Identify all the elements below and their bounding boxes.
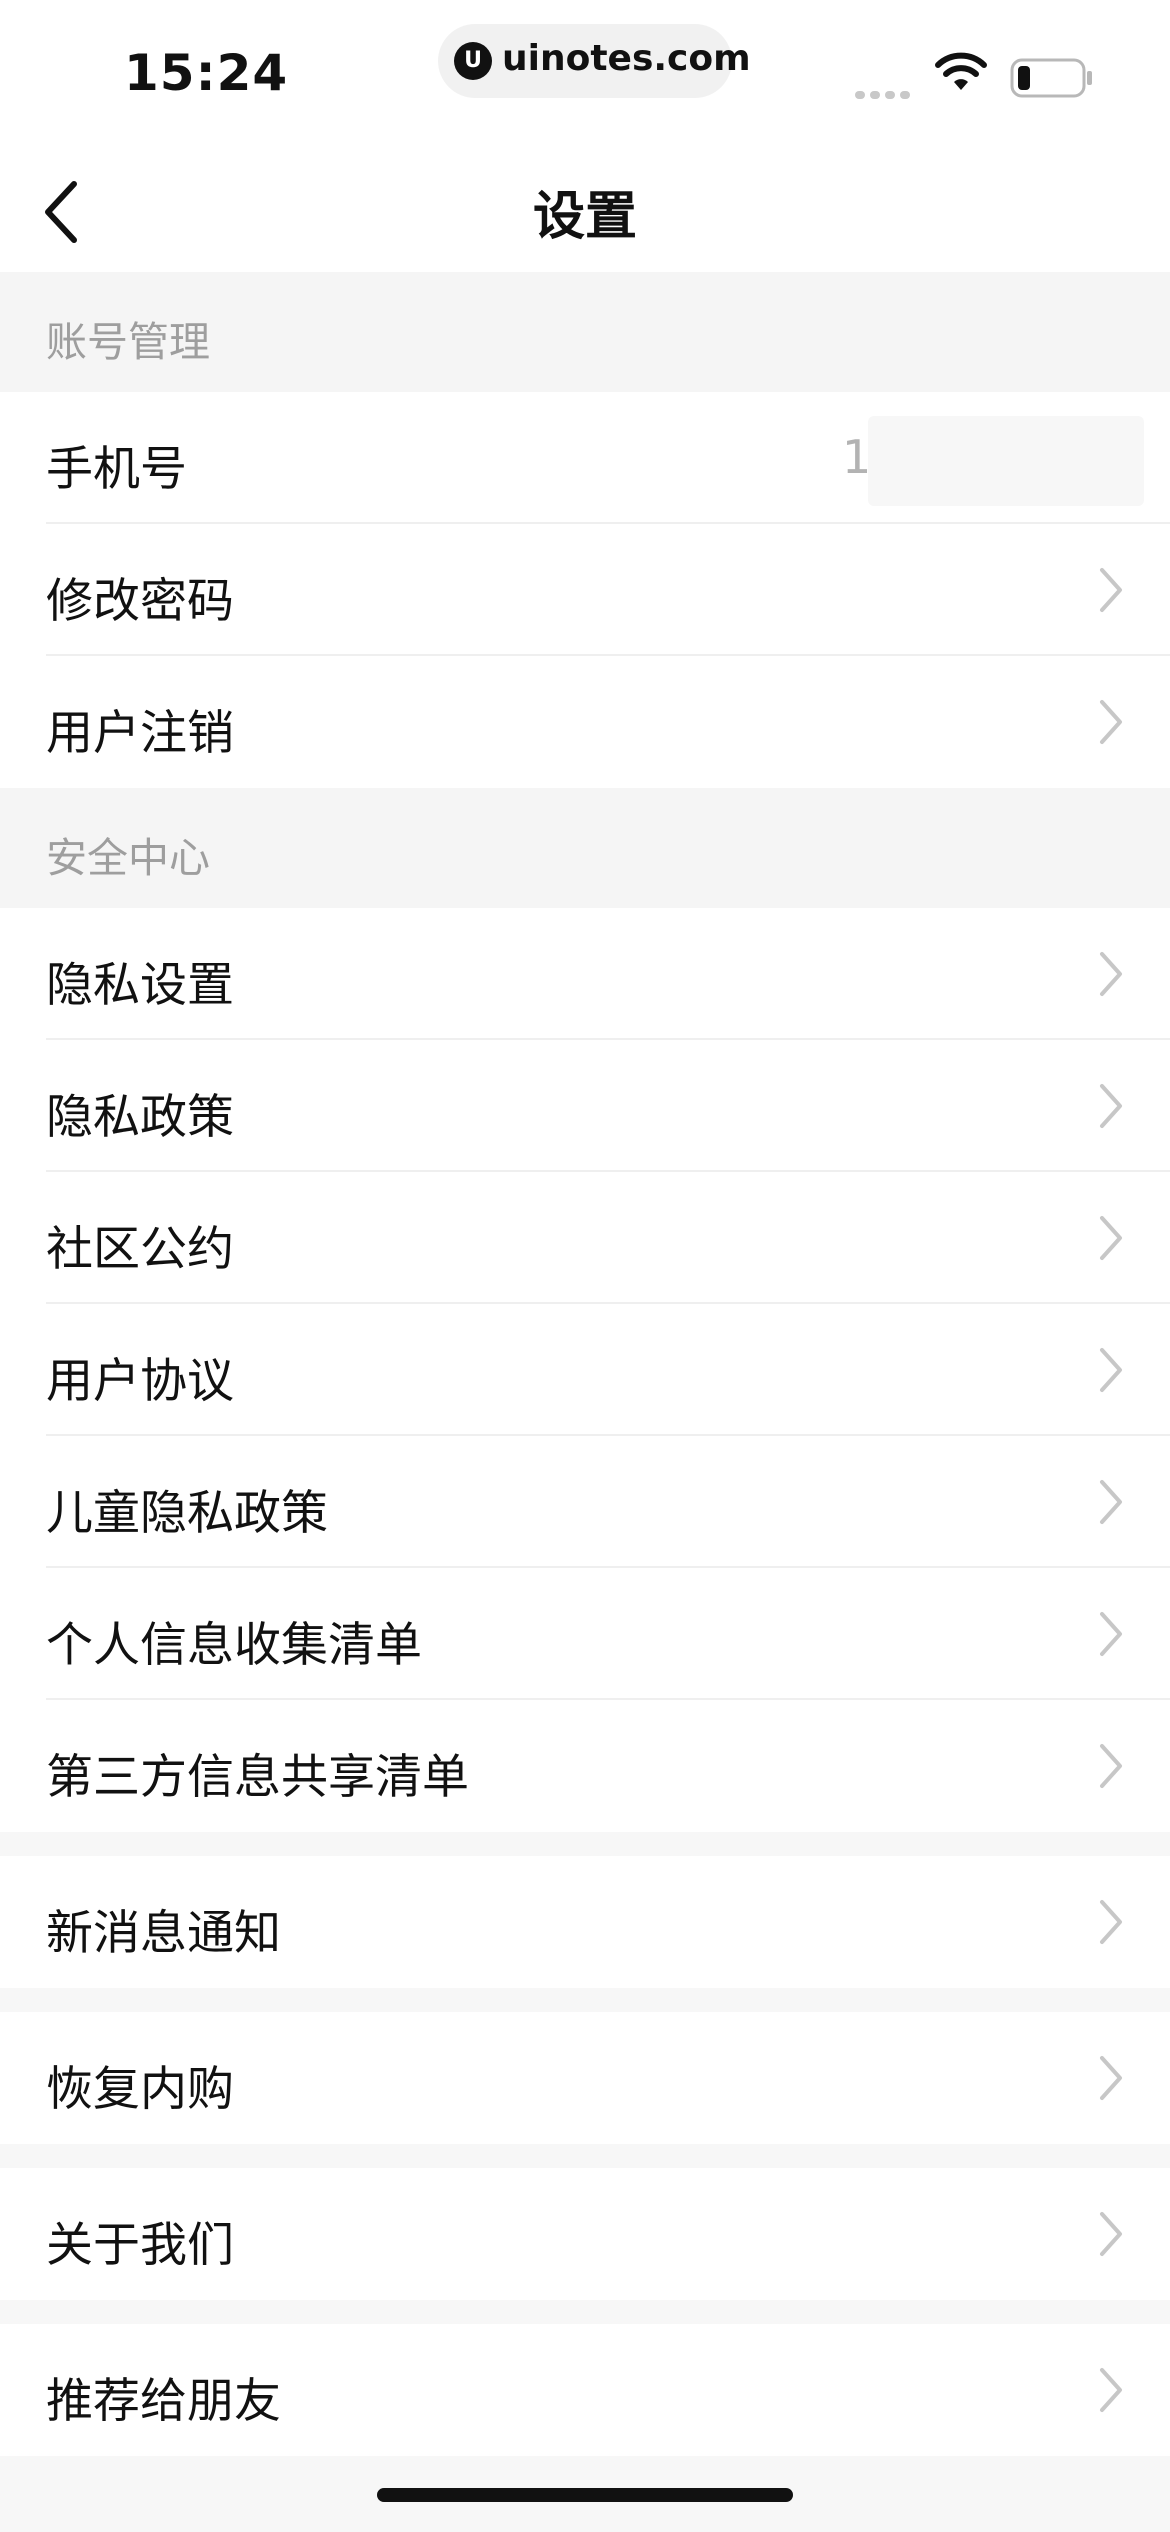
chevron-right-icon bbox=[1100, 1900, 1122, 1944]
chevron-right-icon bbox=[1100, 1612, 1122, 1656]
signal-icon bbox=[855, 84, 915, 103]
section-header-label: 安全中心 bbox=[46, 834, 210, 882]
row-about-us[interactable]: 关于我们 bbox=[0, 2168, 1170, 2300]
row-label: 关于我们 bbox=[46, 2218, 234, 2273]
row-label: 儿童隐私政策 bbox=[46, 1486, 328, 1541]
chevron-right-icon bbox=[1100, 568, 1122, 612]
chevron-right-icon bbox=[1100, 1348, 1122, 1392]
battery-icon bbox=[1010, 58, 1092, 98]
row-label: 手机号 bbox=[46, 442, 187, 497]
row-label: 用户注销 bbox=[46, 706, 234, 761]
row-label: 社区公约 bbox=[46, 1222, 234, 1277]
site-logo-icon: U bbox=[454, 42, 492, 80]
chevron-right-icon bbox=[1100, 2368, 1122, 2412]
chevron-right-icon bbox=[1100, 1744, 1122, 1788]
chevron-right-icon bbox=[1100, 952, 1122, 996]
row-user-agreement[interactable]: 用户协议 bbox=[0, 1304, 1170, 1436]
section-header-label: 账号管理 bbox=[46, 318, 210, 366]
chevron-right-icon bbox=[1100, 2056, 1122, 2100]
chevron-right-icon bbox=[1100, 1480, 1122, 1524]
row-label: 推荐给朋友 bbox=[46, 2374, 281, 2429]
page-title: 设置 bbox=[532, 187, 637, 247]
url-pill[interactable]: U uinotes.com bbox=[438, 24, 751, 98]
chevron-right-icon bbox=[1100, 2212, 1122, 2256]
section-header-security: 安全中心 bbox=[0, 788, 1170, 908]
row-change-password[interactable]: 修改密码 bbox=[0, 524, 1170, 656]
row-label: 隐私政策 bbox=[46, 1090, 234, 1145]
row-label: 恢复内购 bbox=[46, 2062, 234, 2117]
status-bar: 15:24 U uinotes.com bbox=[0, 0, 1170, 130]
row-deregister[interactable]: 用户注销 bbox=[0, 656, 1170, 788]
home-indicator[interactable] bbox=[377, 2488, 793, 2502]
row-recommend-to-friends[interactable]: 推荐给朋友 bbox=[0, 2324, 1170, 2456]
row-community-guidelines[interactable]: 社区公约 bbox=[0, 1172, 1170, 1304]
section-header-account: 账号管理 bbox=[0, 272, 1170, 392]
row-personal-info-list[interactable]: 个人信息收集清单 bbox=[0, 1568, 1170, 1700]
navigation-bar: 设置 bbox=[0, 130, 1170, 272]
row-phone-number[interactable]: 手机号 1 bbox=[0, 392, 1170, 524]
row-label: 修改密码 bbox=[46, 574, 234, 629]
chevron-right-icon bbox=[1100, 700, 1122, 744]
row-label: 个人信息收集清单 bbox=[46, 1618, 422, 1673]
row-privacy-policy[interactable]: 隐私政策 bbox=[0, 1040, 1170, 1172]
row-third-party-sharing-list[interactable]: 第三方信息共享清单 bbox=[0, 1700, 1170, 1832]
row-label: 用户协议 bbox=[46, 1354, 234, 1409]
row-restore-purchases[interactable]: 恢复内购 bbox=[0, 2012, 1170, 2144]
chevron-right-icon bbox=[1100, 1216, 1122, 1260]
wifi-icon bbox=[935, 52, 987, 90]
row-privacy-settings[interactable]: 隐私设置 bbox=[0, 908, 1170, 1040]
chevron-right-icon bbox=[1100, 1084, 1122, 1128]
url-text: uinotes.com bbox=[502, 38, 751, 79]
row-label: 新消息通知 bbox=[46, 1906, 281, 1961]
row-label: 隐私设置 bbox=[46, 958, 234, 1013]
row-new-message-notification[interactable]: 新消息通知 bbox=[0, 1856, 1170, 1988]
status-time: 15:24 bbox=[124, 44, 289, 102]
row-children-privacy-policy[interactable]: 儿童隐私政策 bbox=[0, 1436, 1170, 1568]
row-label: 第三方信息共享清单 bbox=[46, 1750, 469, 1805]
masked-phone-area bbox=[868, 416, 1144, 506]
phone-number-value: 1 bbox=[842, 430, 872, 484]
